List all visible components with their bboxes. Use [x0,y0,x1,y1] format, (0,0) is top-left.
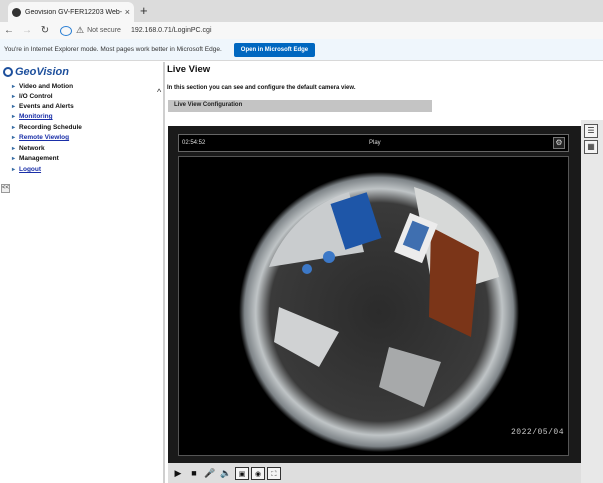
security-label[interactable]: Not secure [87,27,121,34]
address-bar-row: ← → ↻ ⚠ Not secure 192.168.0.71/LoginPC.… [0,22,603,39]
menu-arrow-icon: ▸ [12,135,16,141]
tab-close-icon[interactable]: × [125,7,130,17]
list-view-icon[interactable]: ☰ [584,124,598,138]
open-in-edge-button[interactable]: Open in Microsoft Edge [233,42,316,57]
menu-item-network[interactable]: ▸ Network [12,145,45,152]
stream-status: Play [369,140,381,146]
menu-item-io-control[interactable]: ▸ I/O Control [12,93,53,100]
microphone-icon[interactable]: 🎤 [203,467,217,480]
snapshot-icon[interactable]: ▣ [235,466,249,480]
side-tool-panel: ☰ ▦ [581,120,603,463]
stream-time: 02:54:52 [182,140,206,146]
menu-item-management[interactable]: ▸ Management [12,155,59,162]
menu-item-label: Monitoring [19,113,53,120]
menu-item-label: Video and Motion [19,83,74,90]
menu-item-events-and-alerts[interactable]: ▸ Events and Alerts [12,103,74,110]
menu-arrow-icon: ▸ [12,167,16,173]
play-icon[interactable]: ▶ [171,467,185,480]
menu-arrow-icon: ▸ [12,114,16,120]
fullscreen-icon[interactable]: ⛶ [267,466,281,480]
geovision-logo: GeoVision [3,66,69,78]
layout-icon[interactable]: ▦ [584,140,598,154]
ie-mode-icon[interactable] [60,25,72,36]
record-icon[interactable]: ◉ [251,466,265,480]
page-title: Live View [167,64,211,75]
menu-item-remote-viewlog[interactable]: ▸ Remote Viewlog [12,134,69,141]
ie-mode-infobar: You're in Internet Explorer mode. Most p… [0,39,603,61]
speaker-icon[interactable]: 🔈 [219,467,233,480]
menu-item-label: I/O Control [19,93,53,100]
menu-arrow-icon: ▸ [12,104,16,110]
menu-item-video-and-motion[interactable]: ▸ Video and Motion [12,83,73,90]
menu-item-label: Logout [19,166,42,173]
playback-control-bar: ▶ ■ 🎤 🔈 ▣ ◉ ⛶ [168,463,581,483]
control-bar-spacer [581,463,603,483]
menu-item-label: Management [19,155,59,162]
collapse-icon[interactable]: ^ [157,87,161,97]
menu-item-monitoring[interactable]: ▸ Monitoring [12,113,53,120]
browser-tab-bar: Geovision GV-FER12203 Web-M × + [0,0,603,22]
live-view-config-header[interactable]: Live View Configuration [168,100,432,112]
stop-icon[interactable]: ■ [187,467,201,480]
geovision-logo-icon [3,67,13,77]
menu-arrow-icon: ▸ [12,84,16,90]
menu-item-recording-schedule[interactable]: ▸ Recording Schedule [12,124,82,131]
back-arrow-icon[interactable]: ← [0,25,18,36]
reload-icon[interactable]: ↻ [36,25,54,36]
url-field[interactable]: 192.168.0.71/LoginPC.cgi [131,27,212,34]
menu-arrow-icon: ▸ [12,94,16,100]
menu-arrow-icon: ▸ [12,125,16,131]
tab-title: Geovision GV-FER12203 Web-M [25,8,122,16]
gear-icon[interactable]: ⚙ [553,137,565,149]
menu-arrow-icon: ▸ [12,146,16,152]
menu-item-label: Events and Alerts [19,103,74,110]
menu-item-label: Recording Schedule [19,124,82,131]
expand-frame-button[interactable]: << [1,184,10,193]
forward-arrow-icon[interactable]: → [18,25,36,36]
menu-arrow-icon: ▸ [12,156,16,162]
geovision-favicon-icon [12,7,21,17]
menu-item-logout[interactable]: ▸ Logout [12,166,41,173]
viewer-status-bar: 02:54:52 Play ⚙ [178,134,569,152]
infobar-message: You're in Internet Explorer mode. Most p… [4,46,222,53]
warning-icon[interactable]: ⚠ [76,25,84,36]
new-tab-button[interactable]: + [140,3,148,18]
page-description: In this section you can see and configur… [167,85,356,91]
browser-tab[interactable]: Geovision GV-FER12203 Web-M × [8,2,134,22]
menu-item-label: Network [19,145,45,152]
left-nav-frame: GeoVision ^ ▸ Video and Motion ▸ I/O Con… [0,62,165,483]
fisheye-image [179,157,568,455]
logo-text: GeoVision [15,66,69,78]
menu-item-label: Remote Viewlog [19,134,70,141]
date-overlay: 2022/05/04 [510,428,564,437]
camera-video[interactable]: 2022/05/04 [178,156,569,456]
